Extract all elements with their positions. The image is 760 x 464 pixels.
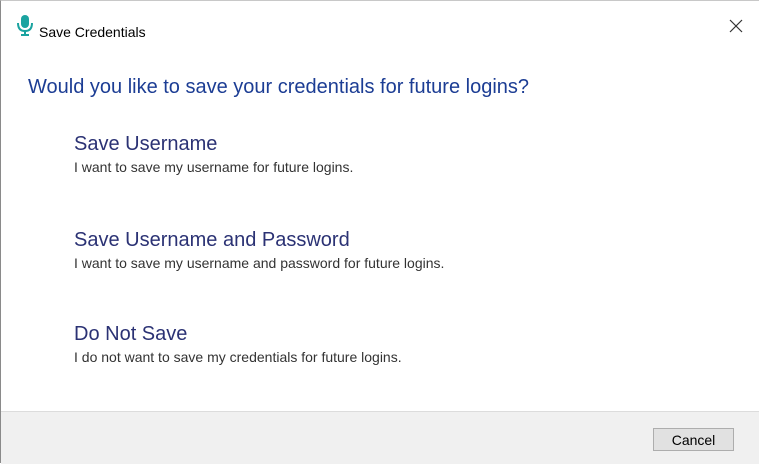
dialog-footer — [1, 411, 759, 464]
option-do-not-save[interactable]: Do Not Save I do not want to save my cre… — [74, 321, 714, 367]
option-title: Save Username and Password — [74, 229, 350, 251]
window-title: Save Credentials — [39, 24, 146, 40]
microphone-icon — [15, 14, 35, 36]
title-bar: Save Credentials — [1, 1, 759, 43]
close-icon — [729, 19, 743, 38]
option-title: Save Username — [74, 133, 218, 155]
option-save-username[interactable]: Save Username I want to save my username… — [74, 131, 714, 177]
option-title: Do Not Save — [74, 323, 188, 345]
close-button[interactable] — [713, 13, 759, 43]
option-description: I want to save my username for future lo… — [74, 159, 354, 175]
save-credentials-dialog: Save Credentials Would you like to save … — [0, 0, 759, 464]
option-save-username-and-password[interactable]: Save Username and Password I want to sav… — [74, 227, 714, 273]
dialog-heading: Would you like to save your credentials … — [28, 76, 530, 98]
option-description: I want to save my username and password … — [74, 255, 445, 271]
cancel-button[interactable]: Cancel — [653, 428, 734, 451]
option-description: I do not want to save my credentials for… — [74, 349, 402, 365]
